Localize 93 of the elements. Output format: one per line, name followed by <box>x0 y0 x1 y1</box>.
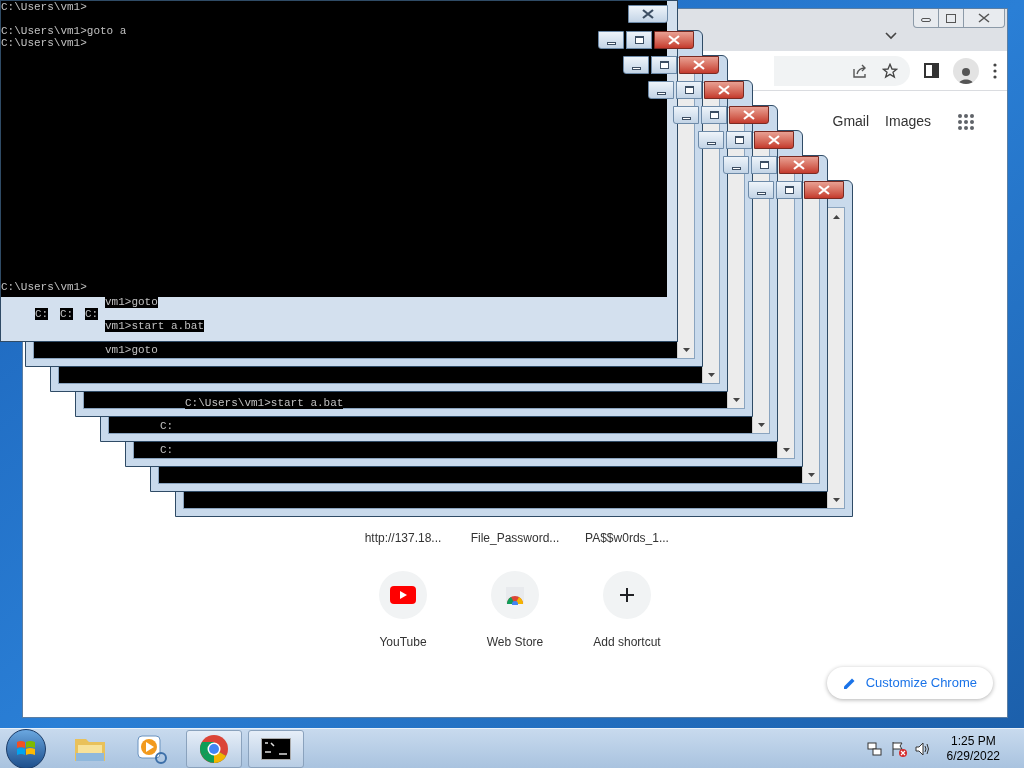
minimize-button[interactable] <box>623 56 649 74</box>
minimize-button[interactable] <box>748 181 774 199</box>
minimize-button[interactable] <box>698 131 724 149</box>
minimize-icon <box>606 41 616 45</box>
close-icon <box>642 9 654 19</box>
pencil-icon <box>842 676 856 690</box>
shortcut-title: http://137.18... <box>363 530 443 547</box>
maximize-button[interactable] <box>676 81 702 99</box>
close-icon <box>718 85 730 95</box>
minimize-icon <box>631 66 641 70</box>
close-icon <box>818 185 830 195</box>
media-player-icon <box>135 732 169 765</box>
maximize-icon <box>659 61 669 69</box>
chrome-icon <box>199 733 229 764</box>
share-icon[interactable] <box>852 62 868 79</box>
person-icon <box>958 65 974 84</box>
close-button[interactable] <box>804 181 844 199</box>
star-icon[interactable] <box>882 62 898 79</box>
address-bar[interactable] <box>774 55 910 86</box>
console-line: C:\Users\vm1> <box>1 281 87 293</box>
maximize-icon <box>684 86 694 94</box>
scroll-down-icon <box>807 472 815 477</box>
minimize-icon <box>656 91 666 95</box>
scroll-down-icon <box>682 347 690 352</box>
start-button[interactable] <box>6 728 46 768</box>
console-line: C:\Users\vm1> <box>1 1 87 13</box>
menu-icon[interactable] <box>993 62 997 79</box>
clock-date: 6/29/2022 <box>946 748 1000 764</box>
tab-search-icon[interactable] <box>885 32 897 40</box>
apps-grid-icon[interactable] <box>957 112 975 131</box>
close-button[interactable] <box>679 56 719 74</box>
close-button[interactable] <box>654 31 694 49</box>
scroll-up-icon <box>832 214 840 219</box>
volume-icon[interactable] <box>914 740 931 757</box>
minimize-button[interactable] <box>648 81 674 99</box>
store-icon <box>504 585 526 605</box>
scroll-down-icon <box>832 497 840 502</box>
console-line: C:\Users\vm1> <box>1 37 87 49</box>
play-icon <box>390 586 416 604</box>
close-icon <box>768 135 780 145</box>
close-icon <box>793 160 805 170</box>
shortcut-tile[interactable]: Web Store <box>465 569 565 659</box>
maximize-icon <box>759 161 769 169</box>
console-icon <box>261 737 291 760</box>
minimize-icon <box>921 18 931 22</box>
profile-avatar[interactable] <box>953 57 979 84</box>
close-icon <box>978 13 990 23</box>
close-button[interactable] <box>704 81 744 99</box>
minimize-icon <box>706 141 716 145</box>
scroll-down-icon <box>782 447 790 452</box>
clock-time: 1:25 PM <box>950 733 996 749</box>
close-button[interactable] <box>628 5 668 23</box>
close-icon <box>668 35 680 45</box>
header-link[interactable]: Images <box>885 111 931 132</box>
shortcut-title: PA$$w0rds_1... <box>584 530 670 547</box>
minimize-icon <box>756 191 766 195</box>
side-panel-icon[interactable] <box>924 63 939 78</box>
scroll-down-icon <box>732 397 740 402</box>
maximize-button[interactable] <box>726 131 752 149</box>
close-icon <box>743 110 755 120</box>
customize-button[interactable]: Customize Chrome <box>826 667 993 699</box>
minimize-icon <box>681 116 691 120</box>
flag-icon[interactable] <box>890 740 907 757</box>
maximize-icon <box>784 186 794 194</box>
console-line: C:\Users\vm1>goto a <box>1 25 127 37</box>
clock[interactable]: 1:25 PM 6/29/2022 <box>946 733 1000 764</box>
minimize-icon <box>731 166 741 170</box>
close-button[interactable] <box>754 131 794 149</box>
scroll-down-icon <box>707 372 715 377</box>
maximize-icon <box>709 111 719 119</box>
close-button[interactable] <box>729 106 769 124</box>
windows-logo-icon <box>16 739 36 758</box>
maximize-icon <box>734 136 744 144</box>
scroll-down-icon <box>757 422 765 427</box>
maximize-button[interactable] <box>776 181 802 199</box>
minimize-button[interactable] <box>723 156 749 174</box>
taskbar-button[interactable] <box>248 729 304 768</box>
maximize-button[interactable] <box>651 56 677 74</box>
network-icon[interactable] <box>866 740 883 757</box>
maximize-icon <box>634 36 644 44</box>
close-icon <box>693 60 705 70</box>
maximize-button[interactable] <box>751 156 777 174</box>
maximize-button[interactable] <box>701 106 727 124</box>
minimize-button[interactable] <box>598 31 624 49</box>
shortcut-title: File_Password... <box>469 530 561 547</box>
shortcut-tile[interactable]: YouTube <box>353 569 453 659</box>
shortcut-tile[interactable]: Add shortcut <box>577 569 677 659</box>
maximize-icon <box>946 13 956 23</box>
plus-icon <box>619 587 635 603</box>
minimize-button[interactable] <box>673 106 699 124</box>
close-button[interactable] <box>779 156 819 174</box>
maximize-button[interactable] <box>626 31 652 49</box>
header-link[interactable]: Gmail <box>832 111 870 132</box>
